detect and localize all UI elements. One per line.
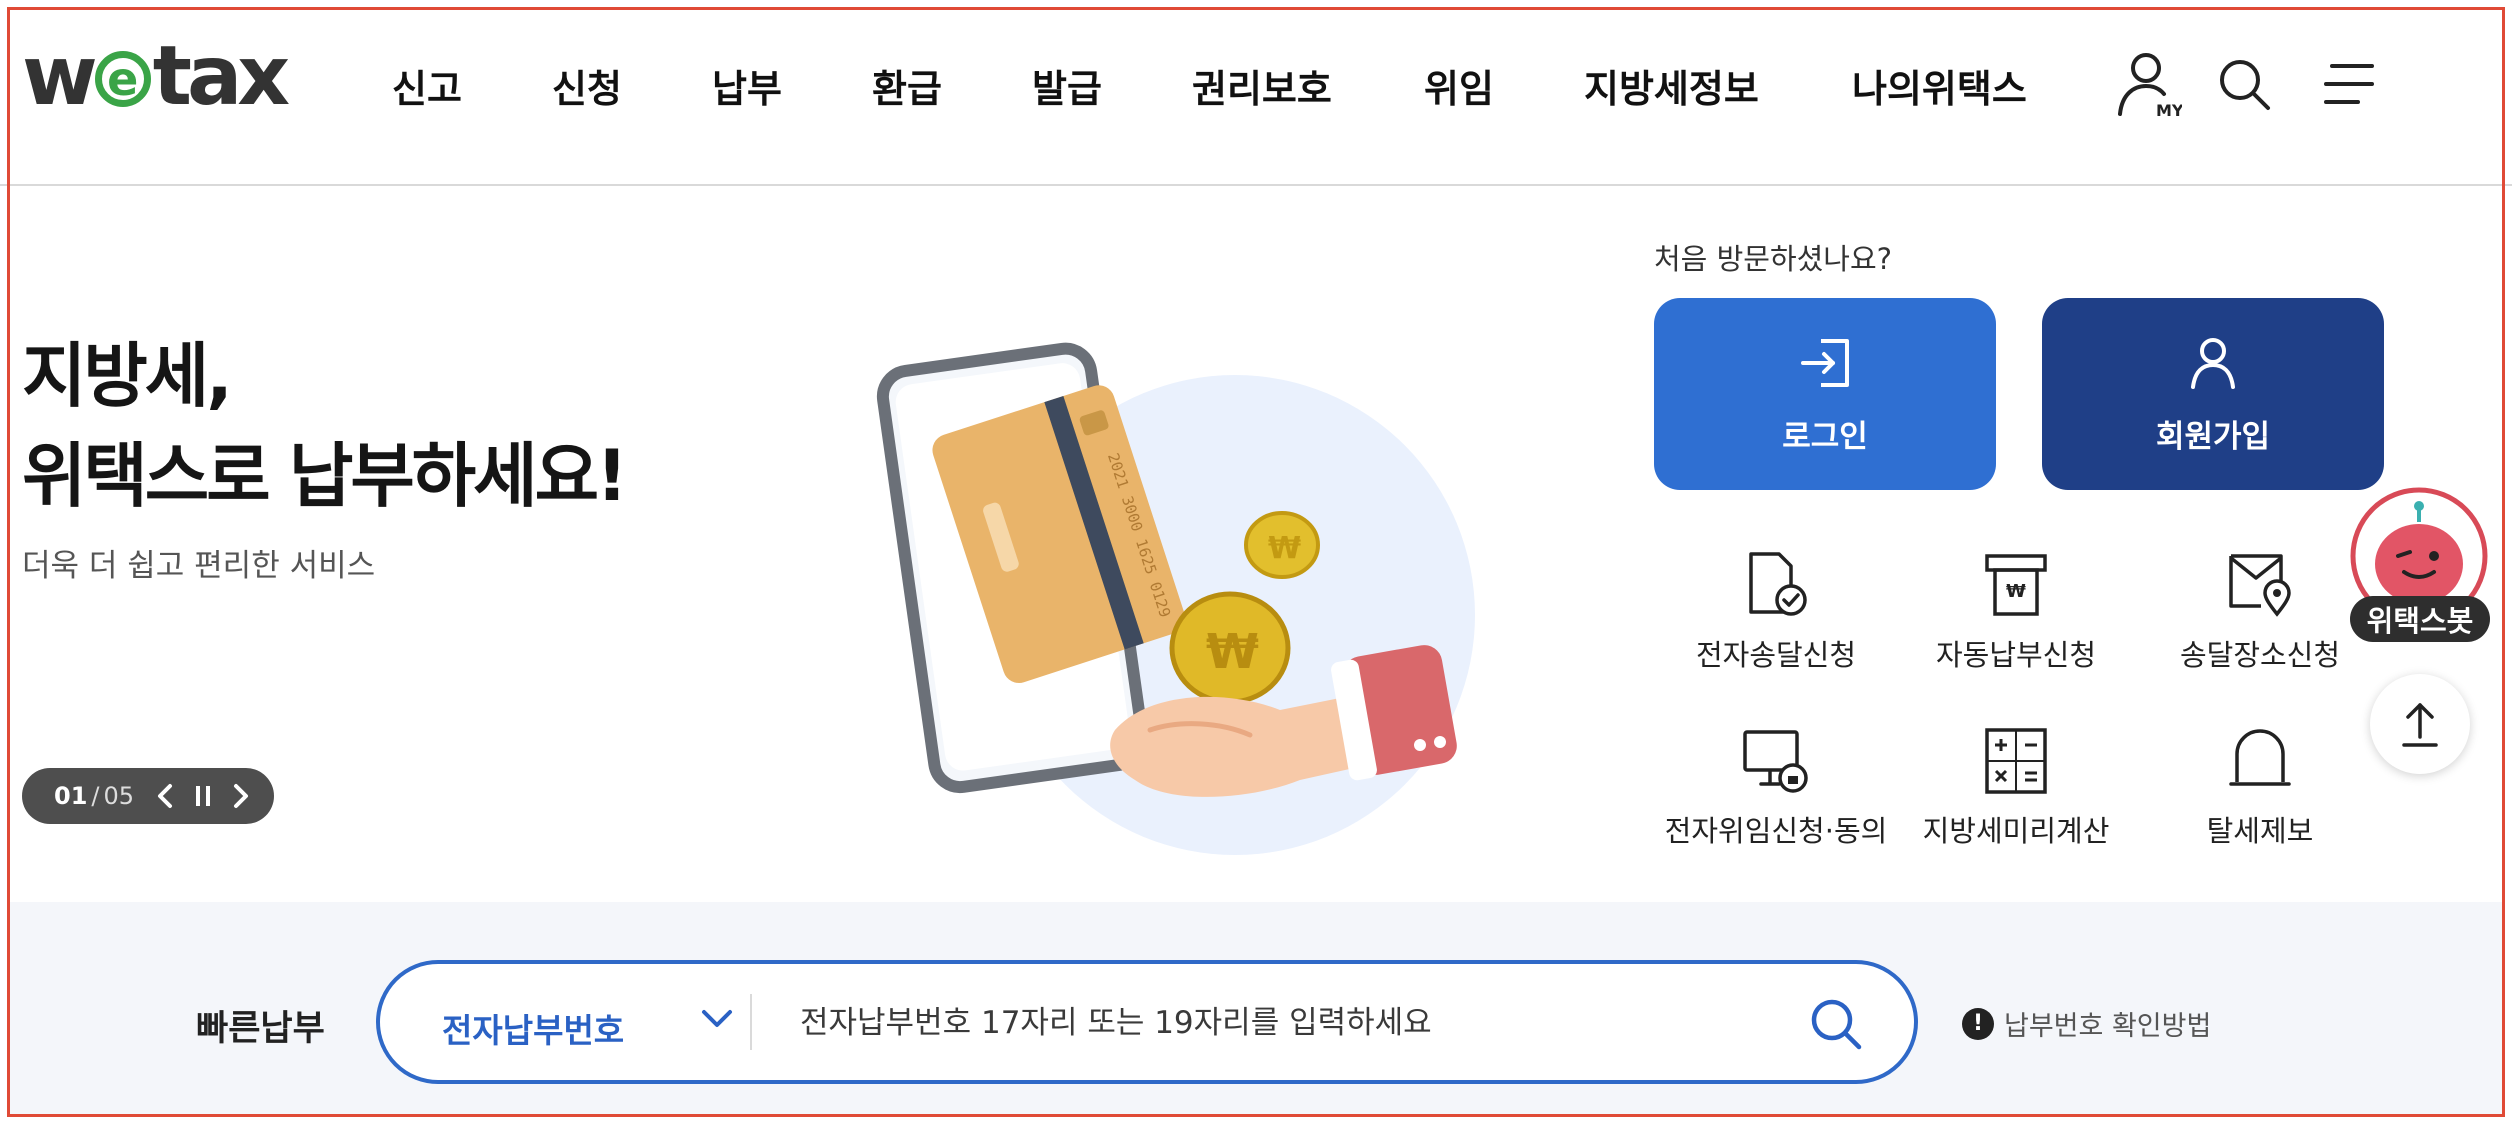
service-label: 자동납부신청 (1935, 638, 2097, 672)
payment-number-help-link[interactable]: ! 납부번호 확인방법 (1962, 1004, 2211, 1043)
document-check-icon (1749, 552, 1807, 616)
slide-separator: / (91, 782, 100, 810)
menu-icon[interactable] (2322, 60, 2378, 112)
payment-type-select[interactable]: 전자납부번호 (442, 1004, 624, 1052)
login-icon (1801, 338, 1849, 387)
quick-pay-search: 전자납부번호 (376, 960, 1918, 1084)
hero-illustration: 2021 3000 1625 0129 ₩ ₩ (850, 330, 1530, 870)
wetax-logo[interactable]: w e tax (22, 28, 290, 124)
service-tax-calculator[interactable]: 지방세미리계산 (1886, 726, 2146, 850)
select-divider (750, 994, 752, 1050)
info-icon: ! (1962, 1007, 1994, 1040)
hero-title-line1: 지방세, (22, 335, 233, 417)
svg-text:₩: ₩ (1206, 624, 1259, 680)
service-e-delegation[interactable]: 전자위임신청·동의 (1646, 726, 1906, 850)
user-plus-icon (2191, 337, 2235, 389)
nav-my-wetax[interactable]: 나의위택스 (1852, 58, 2027, 113)
signup-label: 회원가입 (2155, 418, 2271, 455)
hero-title-line2: 위택스로 납부하세요! (22, 435, 628, 517)
svg-text:₩: ₩ (1268, 531, 1301, 566)
service-label: 전자위임신청·동의 (1664, 814, 1888, 848)
nav-refund[interactable]: 환급 (872, 58, 942, 113)
search-icon[interactable] (1808, 996, 1864, 1056)
logo-text-tax: tax (152, 28, 290, 124)
quick-pay-label: 빠른납부 (196, 1009, 325, 1049)
nav-rights[interactable]: 권리보호 (1192, 58, 1332, 113)
location-envelope-icon (2229, 554, 2291, 617)
hero-title: 지방세, 위택스로 납부하세요! (22, 326, 628, 526)
calculator-icon (1985, 728, 2047, 794)
user-icon[interactable]: MY (2116, 50, 2184, 126)
chatbot-mascot-icon (2350, 487, 2488, 625)
chevron-down-icon[interactable] (700, 1006, 734, 1034)
nav-report[interactable]: 신고 (392, 58, 462, 113)
nav-payment[interactable]: 납부 (712, 58, 782, 113)
bell-icon (2229, 729, 2291, 786)
nav-issue[interactable]: 발급 (1032, 58, 1102, 113)
hero-subtitle: 더욱 더 쉽고 편리한 서비스 (22, 548, 376, 584)
service-label: 탈세제보 (2206, 814, 2314, 848)
login-label: 로그인 (1782, 418, 1868, 455)
search-icon[interactable] (2216, 56, 2272, 116)
slide-current: 01 (54, 782, 88, 810)
arrow-up-icon (2402, 703, 2438, 747)
signup-button[interactable]: 회원가입 (2042, 298, 2384, 490)
site-header: w e tax 신고 신청 납부 환급 발급 권리보호 위임 지방세정보 나의위택스… (0, 0, 2512, 186)
wetax-bot-label[interactable]: 위택스봇 (2350, 596, 2490, 642)
logo-text-w: w (22, 28, 98, 124)
nav-apply[interactable]: 신청 (552, 58, 622, 113)
service-auto-pay[interactable]: ₩ 자동납부신청 (1886, 550, 2146, 674)
logo-e-circle: e (94, 51, 151, 107)
next-slide-icon[interactable] (232, 783, 250, 809)
auto-pay-icon: ₩ (1985, 554, 2047, 616)
login-button[interactable]: 로그인 (1654, 298, 1996, 490)
payment-number-input[interactable] (800, 990, 1760, 1056)
service-label: 지방세미리계산 (1922, 814, 2110, 848)
slide-total: 05 (103, 782, 135, 810)
pause-icon[interactable] (194, 784, 212, 808)
prev-slide-icon[interactable] (156, 783, 174, 809)
service-label: 전자송달신청 (1695, 638, 1857, 672)
nav-delegation[interactable]: 위임 (1424, 58, 1494, 113)
help-label: 납부번호 확인방법 (2004, 1011, 2212, 1042)
svg-text:₩: ₩ (2006, 581, 2026, 602)
nav-local-tax-info[interactable]: 지방세정보 (1584, 58, 1759, 113)
my-badge: MY (2156, 101, 2182, 120)
first-visit-prompt: 처음 방문하셨나요? (1654, 242, 1893, 276)
service-e-delivery[interactable]: 전자송달신청 (1646, 550, 1906, 674)
scroll-top-button[interactable] (2370, 674, 2470, 774)
monitor-lock-icon (1743, 730, 1808, 793)
slider-control: 01 / 05 (22, 768, 274, 824)
service-tax-evasion-report[interactable]: 탈세제보 (2130, 726, 2390, 850)
